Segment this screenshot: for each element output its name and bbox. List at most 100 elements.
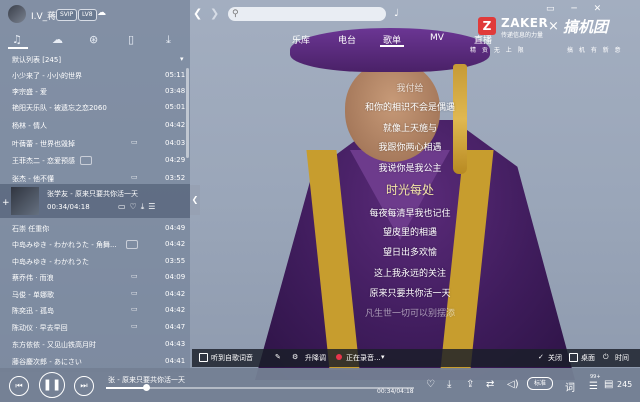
lyric-line: 就像上天施与: [382, 124, 437, 134]
now-playing-time: 00:34/04:18: [377, 388, 414, 395]
gaojituan-logo: 搞机团: [563, 18, 609, 36]
tab-radio[interactable]: 电台: [338, 33, 356, 46]
next-icon[interactable]: ⏭: [74, 376, 94, 396]
lyric-line: 我说你是我公主: [378, 164, 442, 174]
tab-mv[interactable]: MV: [430, 33, 444, 43]
offset-label[interactable]: 时间: [615, 353, 629, 363]
list-item[interactable]: 李宗盛 - 爱 03:48: [0, 83, 190, 99]
mv-icon[interactable]: ▭: [131, 322, 138, 330]
lyric-line: 每夜每清早我也记住: [369, 209, 451, 219]
queue-icon[interactable]: ▤: [604, 379, 613, 390]
search-icon[interactable]: ⚲: [232, 7, 239, 21]
list-item[interactable]: 藤谷慶次郎 - あにさい 04:41: [0, 353, 190, 369]
progress-track[interactable]: [106, 387, 414, 389]
lyric-line: 我跟你两心相遇: [378, 143, 442, 153]
mv-icon[interactable]: ▭: [131, 289, 138, 297]
power-icon[interactable]: ⏻: [603, 353, 609, 362]
pause-icon[interactable]: ❚❚: [39, 372, 65, 398]
cloud-tab-icon[interactable]: ☁: [52, 33, 63, 46]
playlist-icon[interactable]: ☰: [589, 381, 598, 392]
list-item[interactable]: 中岛みゆき - わかれうた - 角舞... 04:42: [0, 236, 190, 252]
music-tab-icon[interactable]: ♫: [12, 33, 22, 46]
desktop-lyric-label[interactable]: 听到自歌词音: [211, 353, 253, 363]
list-item[interactable]: 石崇 任重你 04:49: [0, 220, 190, 236]
list-item[interactable]: 陈奕迅 - 孤岛 ▭ 04:42: [0, 302, 190, 318]
lyric-current-line: 时光每处: [385, 183, 434, 197]
list-item[interactable]: 东方依依 - 又见山铁高月时 04:43: [0, 336, 190, 352]
volume-icon[interactable]: ◁): [507, 379, 519, 390]
forward-icon[interactable]: ❯: [210, 8, 222, 20]
list-item[interactable]: 杨林 - 情人 04:42: [0, 117, 190, 133]
search-input[interactable]: [228, 7, 386, 21]
lyric-line: 望日出多欢愉: [382, 248, 437, 258]
download-icon[interactable]: ⤓: [447, 379, 451, 390]
progress-knob[interactable]: [143, 384, 151, 391]
collapse-panel-icon[interactable]: ❮: [190, 185, 200, 215]
desktop-lyric-checkbox[interactable]: [199, 353, 208, 362]
hq-icon: [80, 156, 92, 165]
level-badge[interactable]: LV8: [78, 9, 97, 21]
vip-badge[interactable]: SVIP: [56, 9, 78, 21]
share-icon[interactable]: ⇪: [466, 379, 474, 390]
lyric-line: 这上我永远的关注: [373, 269, 446, 279]
previous-icon[interactable]: ⏮: [9, 376, 29, 396]
mv-icon[interactable]: ▭: [131, 305, 138, 313]
add-icon[interactable]: +: [2, 198, 10, 208]
playlist-title[interactable]: 默认列表 [245]: [12, 55, 61, 65]
radio-tab-icon[interactable]: ⊛: [89, 33, 98, 46]
lyric-line: 和你的相识不会是偶遇: [364, 103, 455, 113]
mv-icon[interactable]: ▭: [131, 138, 138, 146]
pitch-label[interactable]: 升降调: [305, 353, 326, 363]
lyric-line: 凡生世一切可以别摆添: [364, 309, 455, 319]
active-tab-indicator: [380, 45, 404, 47]
desktop-checkbox[interactable]: [569, 353, 578, 362]
tab-library[interactable]: 乐库: [292, 33, 310, 46]
lock-label[interactable]: 关闭: [548, 353, 562, 363]
speed-button[interactable]: 标准: [527, 377, 553, 390]
zaker-text: ZAKER: [501, 16, 549, 30]
cloud-icon[interactable]: ☁: [97, 8, 106, 18]
watermark-subtitle-a: 精 贡 无 上 限: [470, 47, 526, 54]
list-item[interactable]: 陈动仪 · 早去早回 ▭ 04:47: [0, 319, 190, 335]
album-cover: [11, 187, 39, 215]
record-icon[interactable]: [336, 354, 342, 360]
chevron-down-icon[interactable]: ▾: [381, 353, 385, 361]
lyric-button[interactable]: 词: [565, 379, 575, 394]
desktop-label[interactable]: 桌面: [581, 353, 595, 363]
avatar[interactable]: [8, 5, 26, 23]
zaker-subtitle: 传递信息的力量: [501, 32, 544, 39]
zaker-logo: Z: [478, 17, 496, 35]
list-item[interactable]: 叶蒨蕾 - 世界也毁掉 ▭ 04:03: [0, 135, 190, 151]
download-tab-icon[interactable]: ⤓: [166, 33, 171, 47]
username[interactable]: I.V_蒋: [31, 9, 56, 22]
current-song-actions[interactable]: ▭♡⤓☰: [118, 202, 159, 212]
back-icon[interactable]: ❮: [193, 8, 205, 20]
chevron-down-icon[interactable]: ▾: [180, 55, 184, 63]
lyric-line: 我付给: [396, 84, 424, 94]
list-item[interactable]: 艳阳天乐队 - 被遗忘之恋2060 05:01: [0, 99, 190, 115]
new-badge: 99+: [590, 374, 601, 380]
list-item[interactable]: 小少来了 - 小小的世界 05:11: [0, 67, 190, 83]
gaojituan-subtitle: 搞 机 有 新 意: [567, 47, 623, 54]
list-item[interactable]: 王菲杰二 - 恋爱预感 04:29: [0, 152, 190, 168]
pitch-icon[interactable]: ⚙: [292, 353, 298, 361]
hq-icon: [126, 240, 138, 249]
current-song-time: 00:34/04:18: [47, 203, 90, 211]
microphone-icon[interactable]: ♩: [394, 8, 399, 19]
lyric-line: 望皮里的相遇: [382, 228, 437, 238]
playlist-count[interactable]: 245: [617, 380, 632, 389]
device-tab-icon[interactable]: ▯: [128, 33, 134, 46]
mv-icon[interactable]: ▭: [131, 173, 138, 181]
list-item[interactable]: 中岛みゆき - わかれうた 03:55: [0, 253, 190, 269]
list-item[interactable]: 蔡乔伟 · 而浪 ▭ 04:09: [0, 269, 190, 285]
lyric-line: 原来只要共你活一天: [369, 289, 451, 299]
progress-fill: [106, 387, 147, 389]
pen-icon[interactable]: ✎: [275, 353, 281, 361]
window-controls[interactable]: ▭ ─ ✕: [546, 4, 608, 14]
list-item[interactable]: 马俊 - 单娜歌 ▭ 04:42: [0, 286, 190, 302]
mv-icon[interactable]: ▭: [131, 272, 138, 280]
shuffle-icon[interactable]: ⇄: [486, 379, 494, 390]
heart-icon[interactable]: ♡: [426, 379, 435, 390]
record-label[interactable]: 正在录音...: [346, 353, 381, 363]
lock-icon[interactable]: ✓: [538, 353, 544, 361]
